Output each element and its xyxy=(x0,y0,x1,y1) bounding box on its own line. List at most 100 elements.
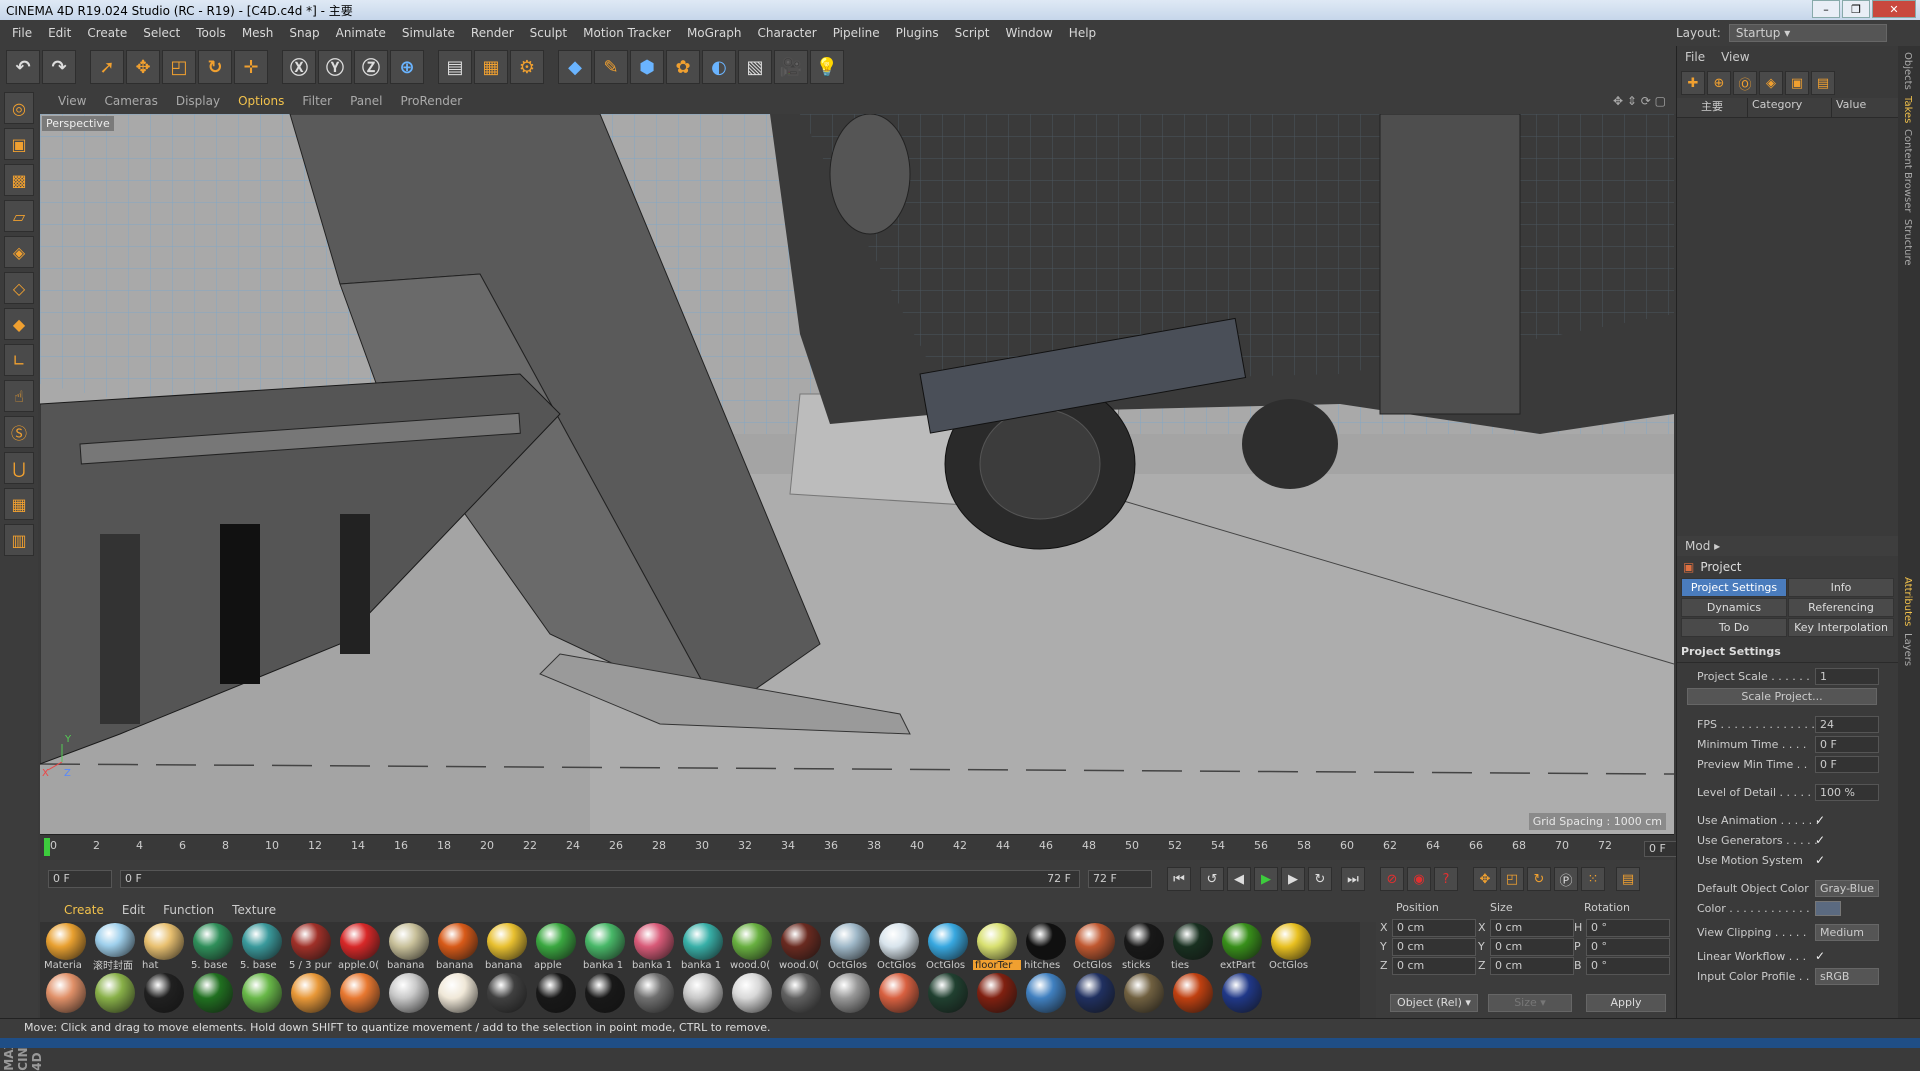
viewport-menu-display[interactable]: Display xyxy=(176,94,220,108)
material-swatch[interactable] xyxy=(630,972,678,1018)
minimum-time-field[interactable]: 0 F xyxy=(1815,736,1879,753)
attribute-mode-menu[interactable]: Mod xyxy=(1685,539,1710,553)
material-swatch[interactable] xyxy=(1218,972,1266,1018)
material-swatch[interactable] xyxy=(1022,972,1070,1018)
move-icon[interactable]: ✥ xyxy=(126,50,160,84)
floor-icon[interactable]: ▧ xyxy=(738,50,772,84)
auto-take-icon[interactable]: ◈ xyxy=(1759,71,1783,95)
end-frame-field[interactable]: 72 F xyxy=(1088,870,1152,888)
menu-help[interactable]: Help xyxy=(1061,26,1104,40)
point-level-key-icon[interactable]: ⁙ xyxy=(1581,867,1605,891)
timeline-ruler[interactable]: 0 F 0 2 4 6 8 10 12 14 16 18 20 22 24 26 28 30 32 34 36 38 4… xyxy=(40,834,1704,860)
menu-plugins[interactable]: Plugins xyxy=(888,26,947,40)
material-swatch[interactable]: 5 / 3 pur xyxy=(287,922,335,970)
tab-takes[interactable]: Takes xyxy=(1902,96,1913,123)
rotation-key-icon[interactable]: ↻ xyxy=(1527,867,1551,891)
coord-field[interactable]: 0 ° xyxy=(1586,938,1670,956)
magnet-icon[interactable]: ⋃ xyxy=(4,452,34,484)
material-swatch[interactable]: 滚时封面 xyxy=(91,922,139,970)
material-swatch[interactable]: apple xyxy=(532,922,580,970)
tab-objects[interactable]: Objects xyxy=(1902,52,1913,90)
layout-dropdown[interactable]: Startup ▾ xyxy=(1728,24,1887,42)
workplane-icon[interactable]: ▱ xyxy=(4,200,34,232)
go-to-end-icon[interactable]: ⏭ xyxy=(1341,867,1365,891)
material-swatch[interactable] xyxy=(434,972,482,1018)
go-to-start-icon[interactable]: ⏮ xyxy=(1167,867,1191,891)
tab-content-browser[interactable]: Content Browser xyxy=(1902,129,1913,212)
material-swatch[interactable]: Materia xyxy=(42,922,90,970)
menu-create[interactable]: Create xyxy=(79,26,135,40)
render-settings-icon[interactable]: ⚙ xyxy=(510,50,544,84)
material-swatch[interactable] xyxy=(336,972,384,1018)
tab-info[interactable]: Info xyxy=(1788,578,1894,597)
viewport-menu-options[interactable]: Options xyxy=(238,94,284,108)
object-menu-file[interactable]: File xyxy=(1685,50,1705,64)
project-scale-field[interactable]: 1 xyxy=(1815,668,1879,685)
minimize-button[interactable]: – xyxy=(1812,0,1840,18)
planar-workplane-icon[interactable]: ▥ xyxy=(4,524,34,556)
level-of-detail-field[interactable]: 100 % xyxy=(1815,784,1879,801)
material-swatch[interactable] xyxy=(189,972,237,1018)
tab-referencing[interactable]: Referencing xyxy=(1788,598,1894,617)
scale-icon[interactable]: ◰ xyxy=(162,50,196,84)
viewport-menu-view[interactable]: View xyxy=(58,94,86,108)
material-swatch[interactable]: hitches xyxy=(1022,922,1070,970)
material-swatch[interactable]: hat xyxy=(140,922,188,970)
coord-field[interactable]: 0 cm xyxy=(1490,919,1574,937)
live-selection-icon[interactable]: ➚ xyxy=(90,50,124,84)
record-keys-icon[interactable]: ⊘ xyxy=(1380,867,1404,891)
take-layers-icon[interactable]: ▤ xyxy=(1811,71,1835,95)
material-swatch[interactable]: banka 1 xyxy=(581,922,629,970)
deformer-icon[interactable]: ◐ xyxy=(702,50,736,84)
material-menu-texture[interactable]: Texture xyxy=(232,903,276,917)
autokey-icon[interactable]: ◉ xyxy=(1407,867,1431,891)
previous-key-icon[interactable]: ↺ xyxy=(1200,867,1224,891)
close-button[interactable]: ✕ xyxy=(1872,0,1916,18)
menu-character[interactable]: Character xyxy=(749,26,824,40)
light-icon[interactable]: 💡 xyxy=(810,50,844,84)
material-swatch[interactable]: ties xyxy=(1169,922,1217,970)
snapping-icon[interactable]: Ⓢ xyxy=(4,416,34,448)
restore-button[interactable]: ❐ xyxy=(1842,0,1870,18)
lock-overrides-icon[interactable]: ▣ xyxy=(1785,71,1809,95)
x-axis-icon[interactable]: Ⓧ xyxy=(282,50,316,84)
fps-field[interactable]: 24 xyxy=(1815,716,1879,733)
color-swatch[interactable] xyxy=(1815,901,1841,916)
tab-to-do[interactable]: To Do xyxy=(1681,618,1787,637)
coordinate-system-icon[interactable]: ⊕ xyxy=(390,50,424,84)
axis-mode-icon[interactable]: ∟ xyxy=(4,344,34,376)
material-swatch[interactable]: wood.0( xyxy=(728,922,776,970)
menu-mograph[interactable]: MoGraph xyxy=(679,26,750,40)
coord-field[interactable]: 0 cm xyxy=(1392,919,1476,937)
playhead[interactable] xyxy=(44,838,50,856)
menu-mesh[interactable]: Mesh xyxy=(234,26,282,40)
viewport-menu-filter[interactable]: Filter xyxy=(302,94,332,108)
pen-spline-icon[interactable]: ✎ xyxy=(594,50,628,84)
cube-icon[interactable]: ◆ xyxy=(558,50,592,84)
play-icon[interactable]: ▶ xyxy=(1254,867,1278,891)
view-clipping-dropdown[interactable]: Medium xyxy=(1815,924,1879,941)
material-swatch[interactable] xyxy=(532,972,580,1018)
material-swatch[interactable] xyxy=(679,972,727,1018)
coord-field[interactable]: 0 cm xyxy=(1490,957,1574,975)
material-swatch[interactable]: wood.0( xyxy=(777,922,825,970)
menu-select[interactable]: Select xyxy=(135,26,188,40)
menu-file[interactable]: File xyxy=(4,26,40,40)
rotate-icon[interactable]: ↻ xyxy=(198,50,232,84)
menu-render[interactable]: Render xyxy=(463,26,522,40)
preview-range-slider[interactable]: 0 F 72 F xyxy=(120,870,1080,888)
tab-project-settings[interactable]: Project Settings xyxy=(1681,578,1787,597)
material-swatch[interactable] xyxy=(385,972,433,1018)
material-swatch[interactable]: 5. base xyxy=(238,922,286,970)
viewport-menu-panel[interactable]: Panel xyxy=(350,94,382,108)
material-swatch[interactable] xyxy=(287,972,335,1018)
array-icon[interactable]: ✿ xyxy=(666,50,700,84)
material-swatch[interactable] xyxy=(1120,972,1168,1018)
undo-icon[interactable]: ↶ xyxy=(6,50,40,84)
material-swatch[interactable] xyxy=(91,972,139,1018)
linear-workflow-checkbox[interactable]: ✓ xyxy=(1815,949,1825,963)
tweak-icon[interactable]: ☝ xyxy=(4,380,34,412)
apply-button[interactable]: Apply xyxy=(1586,994,1666,1012)
model-mode-icon[interactable]: ▣ xyxy=(4,128,34,160)
coord-field[interactable]: 0 ° xyxy=(1586,957,1670,975)
